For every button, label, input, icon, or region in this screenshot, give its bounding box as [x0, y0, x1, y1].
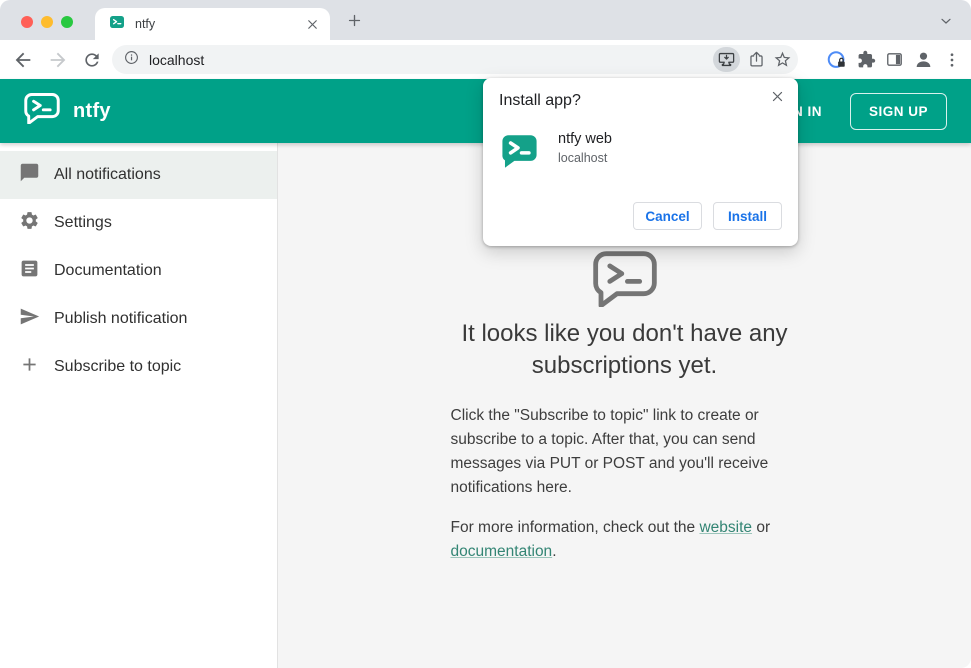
sidebar-item-label: Documentation: [54, 262, 162, 279]
close-tab-icon[interactable]: [305, 17, 320, 32]
tab-title: ntfy: [135, 17, 156, 31]
ntfy-empty-state-icon: [592, 251, 657, 307]
extensions-puzzle-icon[interactable]: [857, 50, 876, 69]
install-app-dialog: Install app? ntfy web localhost Cancel I…: [483, 78, 798, 246]
install-dialog-title: Install app?: [499, 92, 581, 109]
close-window-button[interactable]: [21, 16, 33, 28]
forward-icon[interactable]: [47, 49, 69, 71]
brand-title: ntfy: [73, 99, 111, 122]
chat-bubble-icon: [19, 162, 40, 188]
gear-icon: [19, 210, 40, 236]
tab-strip: ntfy: [0, 0, 971, 40]
send-icon: [19, 306, 40, 332]
paragraph-text: Click the "Subscribe to topic" link to c…: [450, 407, 769, 496]
sidebar-item-subscribe-to-topic[interactable]: Subscribe to topic: [0, 343, 277, 391]
url-text[interactable]: localhost: [149, 52, 713, 68]
maximize-window-button[interactable]: [61, 16, 73, 28]
empty-state-paragraph: Click the "Subscribe to topic" link to c…: [451, 404, 799, 500]
bookmark-star-icon[interactable]: [773, 50, 792, 69]
browser-menu-dots-icon[interactable]: [943, 51, 961, 69]
sidebar-item-label: Settings: [54, 214, 112, 231]
documentation-link[interactable]: documentation: [451, 543, 553, 560]
sign-up-button[interactable]: SIGN UP: [849, 92, 947, 130]
password-extension-icon[interactable]: [826, 49, 848, 71]
traffic-lights: [21, 16, 73, 28]
new-tab-button[interactable]: [346, 12, 363, 29]
ntfy-app-icon: [499, 131, 540, 177]
side-panel-icon[interactable]: [885, 50, 904, 69]
sidebar-item-settings[interactable]: Settings: [0, 199, 277, 247]
site-info-icon[interactable]: [123, 49, 140, 71]
browser-tab[interactable]: ntfy: [95, 8, 330, 40]
article-icon: [19, 258, 40, 284]
empty-state-heading: It looks like you don't have any subscri…: [461, 320, 788, 379]
sidebar: All notifications Settings Documentation…: [0, 143, 278, 668]
website-link[interactable]: website: [699, 519, 752, 536]
back-icon[interactable]: [12, 49, 34, 71]
install-app-icon[interactable]: [713, 47, 740, 72]
install-app-name: ntfy web: [558, 131, 612, 147]
sidebar-item-publish-notification[interactable]: Publish notification: [0, 295, 277, 343]
more-info-paragraph: For more information, check out the webs…: [451, 516, 799, 564]
reload-icon[interactable]: [82, 50, 102, 70]
ntfy-logo-icon: [24, 93, 60, 129]
tab-search-chevron-icon[interactable]: [938, 13, 954, 29]
install-button[interactable]: Install: [713, 202, 782, 230]
tab-favicon-ntfy-icon: [109, 14, 125, 35]
share-icon[interactable]: [747, 50, 766, 69]
paragraph-text: For more information, check out the: [450, 519, 700, 536]
profile-avatar-icon[interactable]: [913, 49, 934, 70]
sidebar-item-label: Publish notification: [54, 310, 188, 327]
sidebar-item-all-notifications[interactable]: All notifications: [0, 151, 277, 199]
install-app-origin: localhost: [558, 151, 608, 165]
plus-icon: [19, 354, 40, 380]
sidebar-item-label: All notifications: [54, 166, 161, 183]
close-icon[interactable]: [770, 89, 785, 104]
address-bar[interactable]: localhost: [112, 45, 798, 74]
browser-window: ntfy localhost ntfy IN SIGN UP All notif…: [0, 0, 971, 668]
sidebar-item-label: Subscribe to topic: [54, 358, 182, 375]
browser-toolbar: localhost: [0, 40, 971, 79]
sidebar-item-documentation[interactable]: Documentation: [0, 247, 277, 295]
paragraph-text: .: [552, 543, 557, 560]
minimize-window-button[interactable]: [41, 16, 53, 28]
paragraph-text: or: [752, 519, 771, 536]
cancel-button[interactable]: Cancel: [633, 202, 702, 230]
